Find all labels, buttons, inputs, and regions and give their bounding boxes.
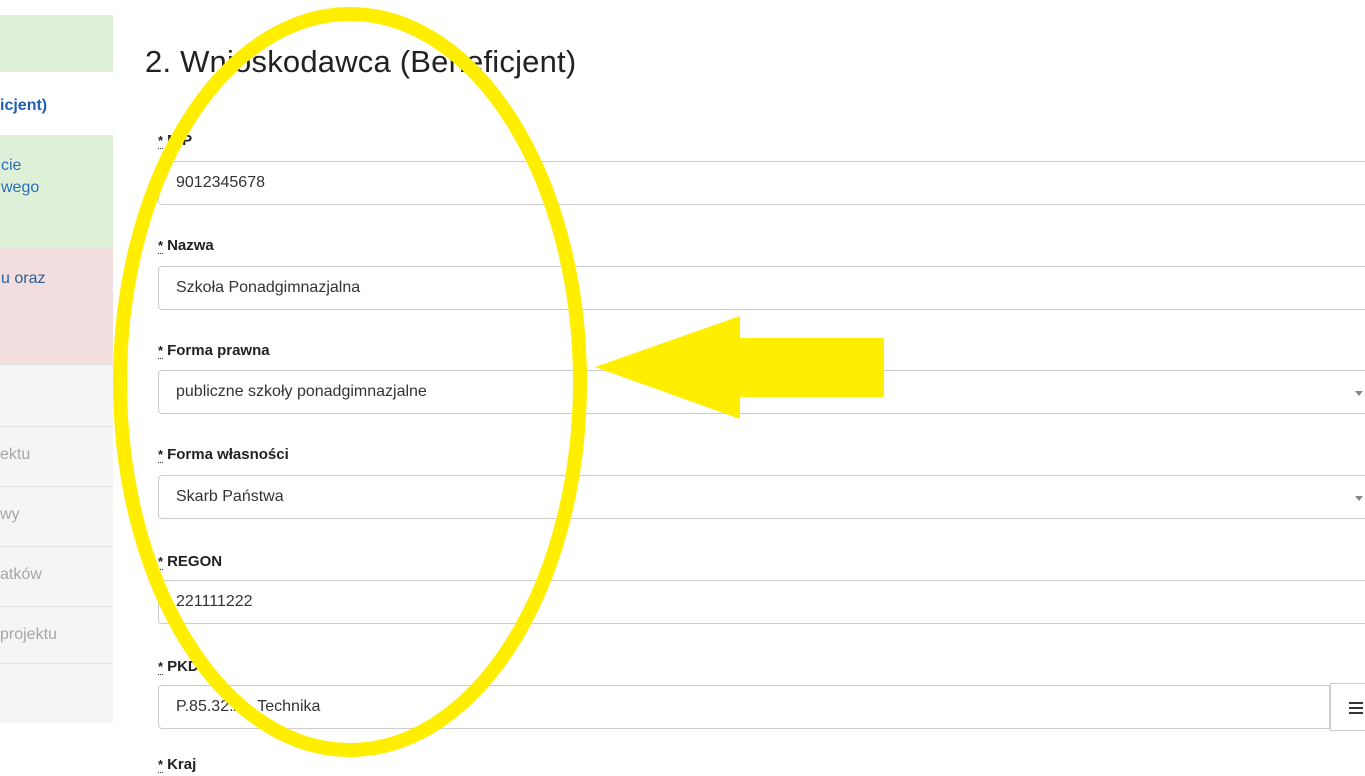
- label-text: REGON: [167, 553, 223, 570]
- menu-icon: [1349, 702, 1363, 717]
- required-mark: *: [158, 238, 164, 254]
- sidebar-item-label: cie: [1, 157, 22, 174]
- nip-input[interactable]: 9012345678: [158, 161, 1365, 205]
- sidebar-item-label: icjent): [0, 97, 48, 114]
- required-mark: *: [158, 343, 164, 359]
- forma-prawna-select[interactable]: publiczne szkoły ponadgimnazjalne: [158, 370, 1365, 414]
- sidebar-item-completed[interactable]: [0, 15, 113, 72]
- sidebar-item-section-7[interactable]: wy: [0, 486, 113, 546]
- nazwa-input[interactable]: Szkoła Ponadgimnazjalna: [158, 266, 1365, 310]
- label-text: PKD: [167, 658, 199, 675]
- chevron-down-icon: [1355, 496, 1363, 501]
- field-label-forma-prawna: * Forma prawna: [158, 342, 270, 359]
- required-mark: *: [158, 133, 164, 149]
- required-mark: *: [158, 447, 164, 463]
- sidebar-item-beneficjent[interactable]: icjent): [0, 95, 113, 119]
- field-label-nazwa: * Nazwa: [158, 237, 214, 254]
- field-label-kraj: * Kraj: [158, 756, 196, 773]
- field-label-pkd: * PKD: [158, 658, 199, 675]
- sidebar-item-label: atków: [0, 566, 42, 583]
- sidebar-item-label: projektu: [0, 626, 57, 643]
- field-label-regon: * REGON: [158, 553, 222, 570]
- sidebar-item-section-3[interactable]: cie wego: [0, 135, 113, 247]
- sidebar-item-section-4[interactable]: u oraz: [0, 247, 113, 364]
- sidebar-item-section-8[interactable]: atków: [0, 546, 113, 606]
- sidebar-item-label: ektu: [0, 446, 31, 463]
- sidebar-item-label: u oraz: [1, 270, 46, 287]
- chevron-down-icon: [1355, 391, 1363, 396]
- required-mark: *: [158, 659, 164, 675]
- field-label-nip: * NIP: [158, 132, 192, 149]
- sidebar-item-section-6[interactable]: ektu: [0, 426, 113, 486]
- required-mark: *: [158, 757, 164, 773]
- label-text: Kraj: [167, 756, 197, 773]
- pkd-picker-button[interactable]: [1330, 683, 1365, 731]
- required-mark: *: [158, 554, 164, 570]
- label-text: Nazwa: [167, 237, 214, 254]
- sidebar-item-section-9[interactable]: projektu: [0, 606, 113, 663]
- sidebar-item-section-5[interactable]: [0, 364, 113, 426]
- field-label-forma-wlasnosci: * Forma własności: [158, 446, 289, 463]
- sidebar-item-label: wego: [1, 179, 40, 196]
- label-text: NIP: [167, 132, 193, 149]
- page-title: 2. Wnioskodawca (Beneficjent): [145, 44, 577, 79]
- pkd-input[interactable]: P.85.32.A - Technika: [158, 685, 1330, 729]
- forma-wlasnosci-select[interactable]: Skarb Państwa: [158, 475, 1365, 519]
- label-text: Forma prawna: [167, 342, 270, 359]
- sidebar-item-label: wy: [0, 506, 20, 523]
- label-text: Forma własności: [167, 446, 289, 463]
- regon-input[interactable]: 221111222: [158, 580, 1365, 624]
- sidebar-item-section-10[interactable]: [0, 663, 113, 723]
